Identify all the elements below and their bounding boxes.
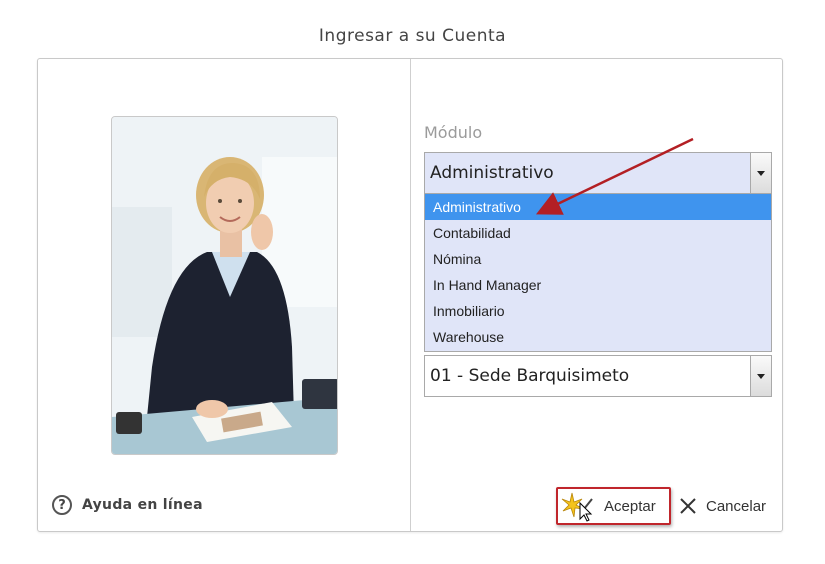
panel-divider	[410, 59, 411, 531]
login-panel: ? Ayuda en línea Módulo Administrativo A…	[37, 58, 783, 532]
close-icon	[680, 498, 696, 514]
photo-illustration	[112, 117, 337, 454]
help-link[interactable]: ? Ayuda en línea	[52, 495, 203, 515]
sede-selected-value: 01 - Sede Barquisimeto	[430, 366, 630, 386]
modulo-selected-value: Administrativo	[430, 163, 554, 183]
help-label: Ayuda en línea	[82, 497, 203, 513]
accept-button[interactable]: Aceptar	[556, 487, 671, 525]
cancel-label: Cancelar	[706, 497, 767, 515]
dropdown-option-nomina[interactable]: Nómina	[425, 246, 771, 272]
accept-sparkle-icon	[558, 489, 598, 523]
dropdown-option-in-hand-manager[interactable]: In Hand Manager	[425, 272, 771, 298]
dialog-title: Ingresar a su Cuenta	[318, 26, 507, 46]
dropdown-option-administrativo[interactable]: Administrativo	[425, 194, 771, 220]
dropdown-option-warehouse[interactable]: Warehouse	[425, 324, 771, 350]
sede-select[interactable]: 01 - Sede Barquisimeto	[424, 355, 772, 397]
dropdown-option-contabilidad[interactable]: Contabilidad	[425, 220, 771, 246]
modulo-label: Módulo	[424, 123, 483, 142]
question-icon: ?	[52, 495, 72, 515]
cancel-button[interactable]: Cancelar	[678, 491, 766, 521]
modulo-dropdown-list: Administrativo Contabilidad Nómina In Ha…	[424, 194, 772, 352]
businesswoman-photo	[111, 116, 338, 455]
chevron-down-icon[interactable]	[750, 356, 771, 396]
dropdown-option-inmobiliario[interactable]: Inmobiliario	[425, 298, 771, 324]
modulo-select[interactable]: Administrativo	[424, 152, 772, 194]
accept-label: Aceptar	[604, 497, 656, 515]
chevron-down-icon[interactable]	[750, 153, 771, 193]
